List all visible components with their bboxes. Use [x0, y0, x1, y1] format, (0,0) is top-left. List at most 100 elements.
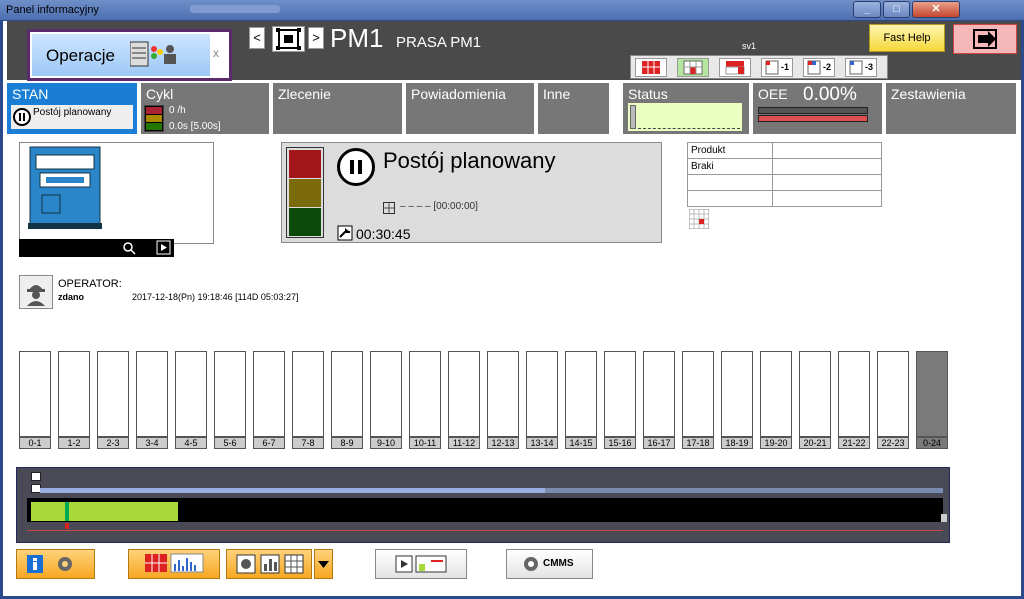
tile-zlecenie[interactable]: Zlecenie: [273, 83, 402, 134]
state-elapsed-time: 00:30:45: [356, 226, 411, 242]
duration-icon: [337, 225, 353, 241]
view-top-red[interactable]: [719, 58, 751, 77]
hour-bar[interactable]: 22-23: [877, 351, 909, 449]
tile-stan[interactable]: STAN Postój planowany: [7, 83, 137, 134]
tile-zestawienia[interactable]: Zestawienia: [886, 83, 1016, 134]
machine-name: PRASA PM1: [396, 34, 482, 51]
window-title: Panel informacyjny: [6, 4, 99, 16]
maximize-button[interactable]: □: [883, 1, 910, 18]
gear-icon: [524, 557, 538, 571]
view-minus-2[interactable]: -2: [803, 58, 835, 77]
red-grid-icon: [642, 61, 660, 74]
playback-button[interactable]: [375, 549, 467, 579]
view-minus-1[interactable]: -1: [761, 58, 793, 77]
hour-bar[interactable]: 5-6: [214, 351, 246, 449]
tile-status[interactable]: Status: [623, 83, 749, 134]
operations-close-button[interactable]: x: [213, 46, 219, 60]
hour-bar[interactable]: 14-15: [565, 351, 597, 449]
hour-bar[interactable]: 13-14: [526, 351, 558, 449]
hour-bar[interactable]: 0-1: [19, 351, 51, 449]
hour-bar-box: [838, 351, 870, 437]
hour-bar-label: 4-5: [175, 437, 207, 449]
product-key: Produkt: [687, 142, 773, 159]
timeline-end-handle[interactable]: [941, 514, 947, 522]
empty-value: [772, 190, 882, 207]
hour-bar[interactable]: 7-8: [292, 351, 324, 449]
hour-bar[interactable]: 9-10: [370, 351, 402, 449]
hour-bar[interactable]: 8-9: [331, 351, 363, 449]
hour-bar-label: 5-6: [214, 437, 246, 449]
tile-status-title: Status: [628, 86, 668, 102]
hour-bar-box: [721, 351, 753, 437]
timeline-baseline: [27, 530, 943, 531]
hour-bar[interactable]: 4-5: [175, 351, 207, 449]
tools-button[interactable]: [226, 549, 312, 579]
operations-button[interactable]: Operacje: [32, 34, 210, 76]
tile-cykl[interactable]: Cykl 0 /h 0.0s [5.00s]: [141, 83, 269, 134]
hour-bar[interactable]: 12-13: [487, 351, 519, 449]
view-partial[interactable]: [677, 58, 709, 77]
cycle-lamp-icon: [144, 105, 164, 132]
scrap-key: Braki: [687, 158, 773, 175]
tile-oee[interactable]: OEE 0.00%: [753, 83, 882, 134]
hour-bar-label: 14-15: [565, 437, 597, 449]
timeline-scrollbar[interactable]: [40, 488, 943, 493]
hour-bar[interactable]: 0-24: [916, 351, 948, 449]
exit-button[interactable]: [953, 24, 1017, 54]
info-settings-button[interactable]: [16, 549, 95, 579]
view-full-red[interactable]: [635, 58, 667, 77]
close-window-button[interactable]: ✕: [912, 1, 960, 18]
hour-bar[interactable]: 17-18: [682, 351, 714, 449]
tile-inne[interactable]: Inne: [538, 83, 609, 134]
hour-bar[interactable]: 19-20: [760, 351, 792, 449]
next-machine-button[interactable]: >: [308, 27, 324, 49]
hour-bar[interactable]: 11-12: [448, 351, 480, 449]
hour-bar[interactable]: 16-17: [643, 351, 675, 449]
hour-bar[interactable]: 10-11: [409, 351, 441, 449]
hour-bar-box: [58, 351, 90, 437]
machine-select-button[interactable]: [272, 26, 305, 52]
tools-dropdown-button[interactable]: [314, 549, 333, 579]
top-red-grid-icon: [725, 61, 745, 75]
machine-picture-icons: [123, 240, 171, 255]
hour-bar-label: 11-12: [448, 437, 480, 449]
hour-bar[interactable]: 1-2: [58, 351, 90, 449]
cmms-button[interactable]: CMMS: [506, 549, 593, 579]
client-area: Operacje x < > PM1 PRASA PM1 sv1 Fast He…: [3, 21, 1021, 596]
view-minus-3[interactable]: -3: [845, 58, 877, 77]
chart-report-button[interactable]: [128, 549, 220, 579]
exit-icon: [973, 29, 997, 49]
hour-bar-box: [916, 351, 948, 437]
operations-label: Operacje: [46, 46, 115, 65]
table-row: [687, 190, 882, 207]
timeline[interactable]: [16, 467, 950, 543]
hour-bar[interactable]: 2-3: [97, 351, 129, 449]
hour-bar[interactable]: 3-4: [136, 351, 168, 449]
operations-panel[interactable]: Operacje x: [27, 29, 232, 81]
hour-bar-box: [877, 351, 909, 437]
prev-machine-button[interactable]: <: [249, 27, 265, 49]
minimize-button[interactable]: _: [853, 1, 881, 18]
fast-help-button[interactable]: Fast Help: [869, 24, 945, 52]
product-grid-icon[interactable]: [689, 209, 709, 229]
timeline-zoom-icon[interactable]: [31, 472, 41, 481]
tile-zestawienia-title: Zestawienia: [891, 86, 966, 102]
tile-powiadomienia[interactable]: Powiadomienia: [406, 83, 534, 134]
hour-bar-label: 18-19: [721, 437, 753, 449]
title-blur: [190, 5, 280, 13]
hour-bar[interactable]: 15-16: [604, 351, 636, 449]
hour-bar-box: [682, 351, 714, 437]
hour-bar[interactable]: 6-7: [253, 351, 285, 449]
hour-bar[interactable]: 20-21: [799, 351, 831, 449]
machine-picture[interactable]: [19, 142, 214, 244]
operator-icon: [27, 285, 45, 306]
hour-bar-box: [175, 351, 207, 437]
hour-bar-box: [331, 351, 363, 437]
hour-bar[interactable]: 18-19: [721, 351, 753, 449]
hour-bar[interactable]: 21-22: [838, 351, 870, 449]
timeline-scroll-thumb[interactable]: [40, 488, 545, 493]
hour-bar-label: 8-9: [331, 437, 363, 449]
status-graph: [627, 102, 743, 132]
operator-avatar[interactable]: [19, 275, 53, 309]
cycle-time: 0.0s [5.00s]: [169, 121, 221, 132]
